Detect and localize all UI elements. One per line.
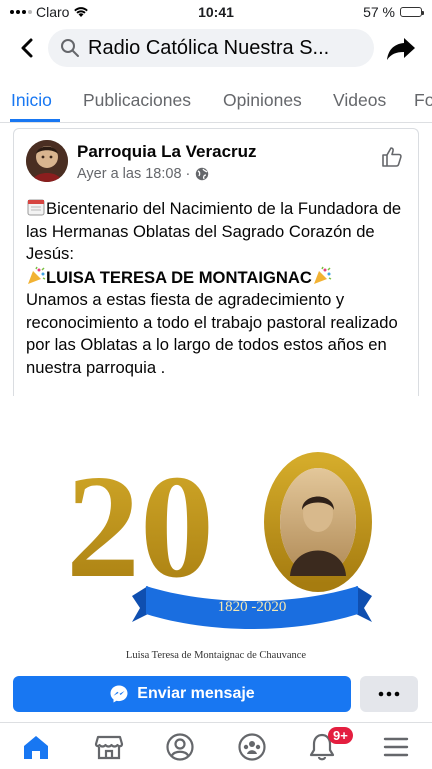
menu-icon[interactable] bbox=[380, 731, 412, 763]
tab-publicaciones[interactable]: Publicaciones bbox=[83, 90, 191, 111]
search-icon bbox=[61, 39, 79, 57]
bottom-nav: 9+ bbox=[0, 722, 432, 769]
groups-icon[interactable] bbox=[236, 731, 268, 763]
battery-percent: 57 % bbox=[363, 4, 395, 20]
send-message-button[interactable]: Enviar mensaje bbox=[13, 676, 351, 712]
post-paragraph-2: LUISA TERESA DE MONTAIGNAC bbox=[26, 266, 418, 290]
home-icon[interactable] bbox=[20, 731, 52, 763]
tab-fotos[interactable]: Fo bbox=[414, 90, 432, 111]
ribbon-years: 1820 -2020 bbox=[218, 599, 287, 615]
image-caption: Luisa Teresa de Montaignac de Chauvance bbox=[126, 650, 306, 661]
active-tab-indicator bbox=[10, 119, 60, 122]
post-author[interactable]: Parroquia La Veracruz bbox=[77, 142, 257, 162]
notifications-badge: 9+ bbox=[328, 727, 353, 744]
search-header: Radio Católica Nuestra S... bbox=[0, 26, 432, 70]
post-timestamp: Ayer a las 18:08 · bbox=[77, 166, 209, 182]
post-card: Parroquia La Veracruz Ayer a las 18:08 ·… bbox=[13, 128, 419, 396]
post-image[interactable]: 20 1820 -2020 Luisa Teresa de Montaignac… bbox=[0, 400, 432, 668]
battery-info: 57 % bbox=[363, 4, 424, 20]
share-icon[interactable] bbox=[384, 32, 418, 64]
page-action-bar: Enviar mensaje bbox=[0, 670, 432, 720]
anniversary-number: 20 bbox=[66, 445, 214, 609]
avatar[interactable] bbox=[26, 140, 68, 182]
back-arrow-icon[interactable] bbox=[12, 32, 42, 64]
tab-inicio[interactable]: Inicio bbox=[11, 90, 52, 111]
search-input[interactable]: Radio Católica Nuestra S... bbox=[48, 29, 374, 67]
post-time-text: Ayer a las 18:08 · bbox=[77, 166, 191, 182]
calendar-icon bbox=[27, 199, 45, 216]
post-paragraph-3: Unamos a estas fiesta de agradecimiento … bbox=[26, 290, 398, 377]
status-bar: Claro 10:41 57 % bbox=[0, 0, 432, 26]
messenger-icon bbox=[110, 685, 128, 703]
like-icon[interactable] bbox=[380, 145, 404, 169]
page-tabs: Inicio Publicaciones Opiniones Videos Fo bbox=[0, 78, 432, 123]
search-text: Radio Católica Nuestra S... bbox=[88, 36, 330, 59]
send-message-label: Enviar mensaje bbox=[137, 685, 255, 702]
marketplace-icon[interactable] bbox=[93, 731, 125, 763]
battery-icon bbox=[400, 7, 424, 17]
more-icon bbox=[378, 691, 400, 697]
globe-icon bbox=[196, 167, 209, 181]
party-popper-icon bbox=[313, 266, 332, 284]
post-paragraph-1: Bicentenario del Nacimiento de la Fundad… bbox=[26, 199, 402, 263]
post-body: Bicentenario del Nacimiento de la Fundad… bbox=[26, 197, 418, 379]
tab-opiniones[interactable]: Opiniones bbox=[223, 90, 302, 111]
more-options-button[interactable] bbox=[360, 676, 418, 712]
profile-icon[interactable] bbox=[164, 731, 196, 763]
party-popper-icon bbox=[28, 266, 46, 284]
tab-videos[interactable]: Videos bbox=[333, 90, 386, 111]
